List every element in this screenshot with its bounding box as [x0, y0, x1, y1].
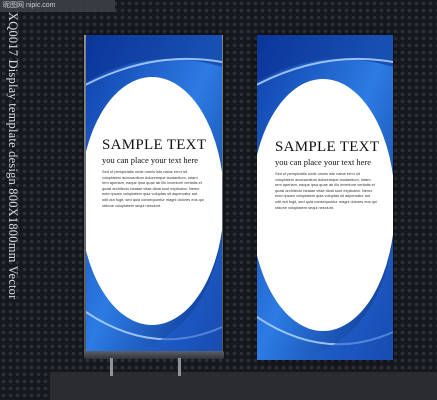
floor — [50, 372, 437, 400]
right-banner-body: Sed ut perspiciatis unde omnis iste natu… — [275, 171, 377, 210]
left-banner-subtitle: you can place your text here — [102, 155, 199, 165]
left-banner-leg-left — [110, 358, 113, 376]
left-banner-title: SAMPLE TEXT — [102, 137, 207, 153]
right-banner: SAMPLE TEXT you can place your text here… — [257, 35, 393, 360]
page-title: XQ0017 Display template design 800X1800m… — [6, 12, 20, 300]
left-banner-stand — [84, 351, 224, 359]
left-banner: SAMPLE TEXT you can place your text here… — [86, 35, 222, 353]
right-banner-subtitle: you can place your text here — [275, 157, 372, 167]
left-banner-leg-right — [178, 358, 181, 376]
watermark: 昵图网 nipic.com — [0, 0, 115, 12]
left-banner-body: Sed ut perspiciatis unde omnis iste natu… — [102, 169, 204, 208]
right-banner-copy: SAMPLE TEXT you can place your text here… — [275, 139, 380, 210]
right-banner-title: SAMPLE TEXT — [275, 139, 380, 155]
left-banner-copy: SAMPLE TEXT you can place your text here… — [102, 137, 207, 208]
